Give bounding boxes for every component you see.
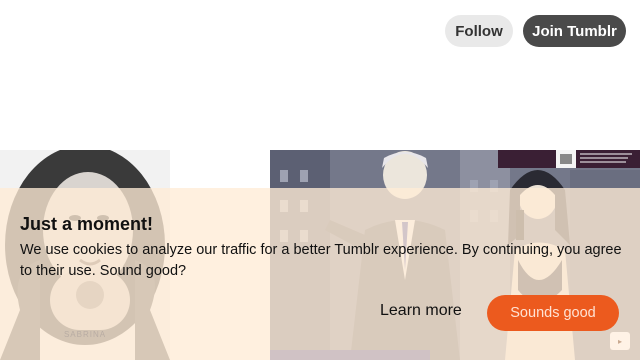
top-bar: Follow Join Tumblr <box>0 0 640 60</box>
caption-text-graphic <box>556 150 632 168</box>
follow-button[interactable]: Follow <box>445 15 513 47</box>
cookie-banner-title: Just a moment! <box>20 214 154 234</box>
sounds-good-button[interactable]: Sounds good <box>487 295 619 331</box>
post-caption-sabrina: SABRINA <box>63 330 107 339</box>
join-tumblr-button[interactable]: Join Tumblr <box>523 15 626 47</box>
cookie-banner-message: We use cookies to analyze our traffic fo… <box>20 242 622 279</box>
post-caption-image <box>556 150 636 168</box>
learn-more-link[interactable]: Learn more <box>380 302 462 320</box>
expand-icon[interactable]: ▸ <box>610 332 630 350</box>
